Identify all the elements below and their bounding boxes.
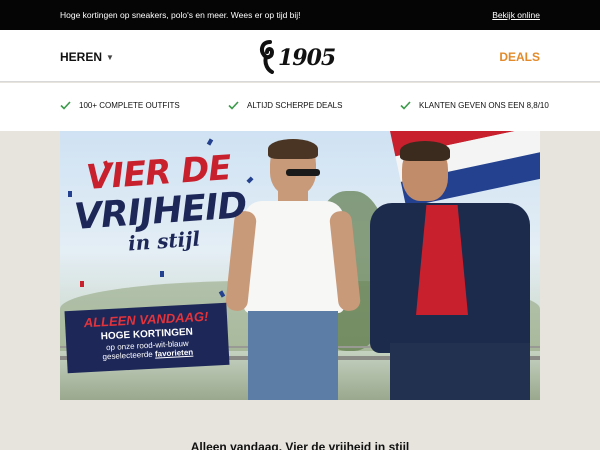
hero-banner[interactable]: VIER DE VRIJHEID in stijl ALLEEN VANDAAG… [60,131,540,400]
section-heading: Alleen vandaag. Vier de vrijheid in stij… [190,440,410,450]
promo-text: Hoge kortingen op sneakers, polo's en me… [60,10,301,20]
usp-text: KLANTEN GEVEN ONS EEN 8,8/10 [419,101,549,110]
usp-item-deals: ALTIJD SCHERPE DEALS [228,101,342,110]
top-announcement-bar: Hoge kortingen op sneakers, polo's en me… [0,0,600,30]
deals-link[interactable]: DEALS [499,50,540,64]
usp-text: 100+ COMPLETE OUTFITS [79,101,180,110]
confetti [206,138,214,146]
confetti [160,271,164,277]
logo-text: 1905 [278,45,336,71]
usp-item-outfits: 100+ COMPLETE OUTFITS [60,101,180,110]
heren-menu[interactable]: HEREN ▼ [60,50,114,64]
usp-bar: 100+ COMPLETE OUTFITS ALTIJD SCHERPE DEA… [0,83,600,131]
confetti [68,191,72,197]
chevron-down-icon: ▼ [106,53,114,63]
usp-item-rating: KLANTEN GEVEN ONS EEN 8,8/10 [400,101,549,110]
badge-text-line2: geselecteerde [102,349,153,362]
view-online-link[interactable]: Bekijk online [492,10,540,20]
badge-favorieten: favorieten [154,347,194,359]
brand-logo[interactable]: 1905 [258,38,344,76]
hero-headline-line3: in stijl [127,226,201,256]
usp-text: ALTIJD SCHERPE DEALS [247,101,343,110]
model-navy-jacket [370,141,540,400]
model-white-polo [224,139,370,400]
heren-menu-label: HEREN [60,50,103,64]
header: HEREN ▼ 1905 DEALS [0,30,600,82]
confetti [80,281,84,287]
check-icon [400,101,411,110]
check-icon [60,101,71,110]
check-icon [228,101,239,110]
promo-badge: ALLEEN VANDAAG! HOGE KORTINGEN op onze r… [64,302,230,374]
